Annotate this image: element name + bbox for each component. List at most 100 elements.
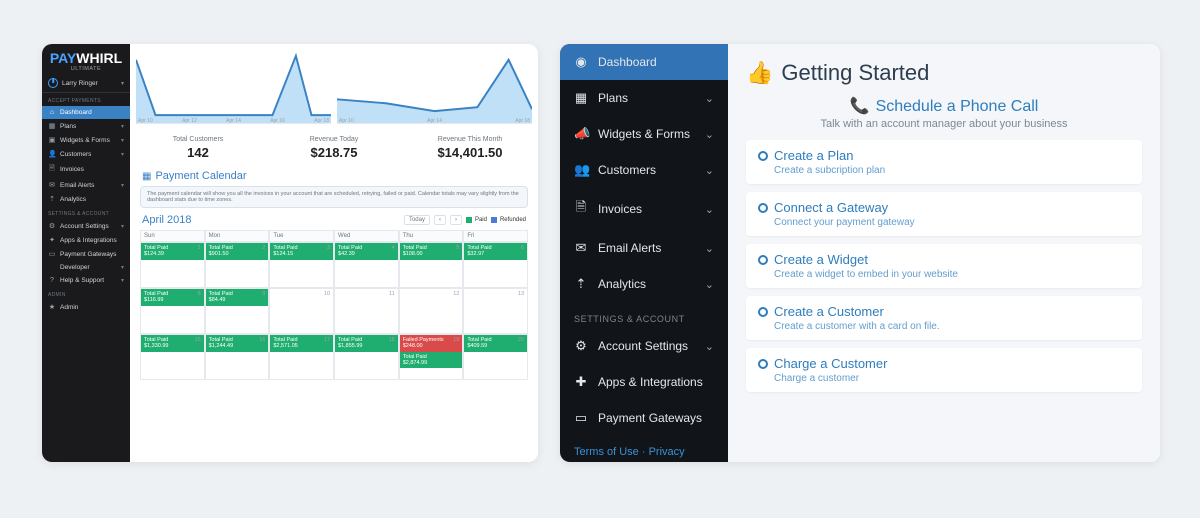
chart-customers: Apr 10Apr 12Apr 14Apr 16Apr 18 [136, 44, 331, 124]
calendar-cell[interactable]: 16Total Paid$1,244.49 [205, 334, 270, 380]
calendar-info: The payment calendar will show you all t… [140, 186, 528, 208]
today-button[interactable]: Today [404, 215, 430, 225]
calendar-cell[interactable]: 5Total Paid$108.00 [399, 242, 464, 288]
privacy-link[interactable]: Privacy [649, 446, 685, 458]
sidebar-item-email-alerts[interactable]: ✉Email Alerts▾ [42, 178, 130, 192]
sidebar-item-dashboard[interactable]: ◉Dashboard [560, 44, 728, 80]
sidebar-item-customers[interactable]: 👤Customers▾ [42, 147, 130, 161]
schedule-call-link[interactable]: 📞Schedule a Phone Call [746, 96, 1142, 116]
calendar-cell[interactable]: 19Failed Payments$248.00Total Paid$2,874… [399, 334, 464, 380]
calendar-cell[interactable]: 6Total Paid$32.97 [463, 242, 528, 288]
sidebar-item-help-support[interactable]: ?Help & Support▾ [42, 274, 130, 287]
circle-icon [758, 307, 768, 317]
sidebar-item-payment-gateways[interactable]: ▭Payment Gateways [42, 247, 130, 261]
card-icon: ▭ [48, 250, 56, 258]
sidebar-item-apps-integrations[interactable]: ✚Apps & Integrations [560, 364, 728, 400]
circle-icon [758, 255, 768, 265]
gear-icon: ⚙ [48, 222, 56, 230]
chevron-down-icon: ▾ [121, 80, 124, 87]
sidebar-item-developer[interactable]: Developer▾ [42, 261, 130, 274]
invoices-icon: 🗎 [48, 164, 56, 175]
day-header: Mon [205, 230, 270, 242]
getting-started-title: 👍 Getting Started [746, 60, 1142, 86]
step-card-create-a-plan[interactable]: Create a PlanCreate a subcription plan [746, 140, 1142, 184]
admin-icon: ★ [48, 303, 56, 311]
calendar-event[interactable]: Total Paid$84.49 [206, 289, 269, 306]
step-card-connect-a-gateway[interactable]: Connect a GatewayConnect your payment ga… [746, 192, 1142, 236]
sidebar-item-widgets-forms[interactable]: 📣Widgets & Forms⌄ [560, 116, 728, 152]
sidebar-item-dashboard[interactable]: ⌂Dashboard [42, 106, 130, 119]
calendar-icon: ▦ [48, 122, 56, 130]
calendar-cell[interactable]: 13 [463, 288, 528, 334]
calendar-cell[interactable]: 2Total Paid$901.50 [205, 242, 270, 288]
megaphone-icon: 📣 [574, 126, 588, 142]
terms-link[interactable]: Terms of Use [574, 446, 639, 458]
chevron-down-icon: ▾ [121, 182, 124, 189]
calendar-cell[interactable]: 11 [334, 288, 399, 334]
calendar-icon: ▦ [142, 171, 151, 182]
circle-icon [758, 203, 768, 213]
calendar-cell[interactable]: 20Total Paid$409.59 [463, 334, 528, 380]
sidebar-item-invoices[interactable]: 🗎Invoices⌄ [560, 188, 728, 230]
calendar-event[interactable]: Total Paid$124.15 [270, 243, 333, 260]
step-card-create-a-widget[interactable]: Create a WidgetCreate a widget to embed … [746, 244, 1142, 288]
sidebar-item-plans[interactable]: ▦Plans▾ [42, 119, 130, 133]
circle-icon [758, 359, 768, 369]
analytics-icon: ⇡ [574, 276, 588, 292]
calendar-cell[interactable]: 12 [399, 288, 464, 334]
chevron-down-icon: ⌄ [705, 128, 714, 141]
brand-logo: PAYWHIRL ULTIMATE [42, 44, 130, 74]
sidebar-item-analytics[interactable]: ⇡Analytics⌄ [560, 266, 728, 302]
chevron-down-icon: ▾ [121, 137, 124, 144]
next-button[interactable]: › [450, 215, 462, 225]
calendar-cell[interactable]: 8Total Paid$116.99 [140, 288, 205, 334]
calendar-cell[interactable]: 17Total Paid$2,571.05 [269, 334, 334, 380]
calendar-event[interactable]: Total Paid$32.97 [464, 243, 527, 260]
gear-icon: ⚙ [574, 338, 588, 354]
sidebar-item-admin[interactable]: ★Admin [42, 300, 130, 314]
calendar-event[interactable]: Total Paid$42.39 [335, 243, 398, 260]
calendar-cell[interactable]: 1Total Paid$124.39 [140, 242, 205, 288]
step-card-create-a-customer[interactable]: Create a CustomerCreate a customer with … [746, 296, 1142, 340]
sidebar-item-analytics[interactable]: ⇡Analytics [42, 192, 130, 206]
kpi-revenue-this-month: Revenue This Month$14,401.50 [402, 136, 538, 160]
step-card-charge-a-customer[interactable]: Charge a CustomerCharge a customer [746, 348, 1142, 392]
home-icon: ⌂ [48, 109, 56, 116]
help-icon: ? [48, 277, 56, 284]
circle-icon [758, 151, 768, 161]
calendar-cell[interactable]: 15Total Paid$1,330.99 [140, 334, 205, 380]
customers-icon: 👥 [574, 162, 588, 178]
sidebar-item-email-alerts[interactable]: ✉Email Alerts⌄ [560, 230, 728, 266]
chevron-down-icon: ⌄ [705, 203, 714, 216]
calendar-event[interactable]: Total Paid$2,874.99 [400, 352, 463, 369]
user-menu[interactable]: Larry Ringer ▾ [42, 74, 130, 93]
calendar-cell[interactable]: 4Total Paid$42.39 [334, 242, 399, 288]
calendar-cell[interactable]: 9Total Paid$84.49 [205, 288, 270, 334]
sidebar-item-account-settings[interactable]: ⚙Account Settings▾ [42, 219, 130, 233]
thumbs-up-icon: 👍 [746, 60, 773, 86]
sidebar-item-widgets-forms[interactable]: ▣Widgets & Forms▾ [42, 133, 130, 147]
calendar-event[interactable]: Total Paid$124.39 [141, 243, 204, 260]
sidebar-item-plans[interactable]: ▦Plans⌄ [560, 80, 728, 116]
day-header: Fri [463, 230, 528, 242]
calendar-event[interactable]: Total Paid$116.99 [141, 289, 204, 306]
chevron-down-icon: ⌄ [705, 92, 714, 105]
widgets-icon: ▣ [48, 136, 56, 144]
sidebar-item-payment-gateways[interactable]: ▭Payment Gateways [560, 400, 728, 436]
dashboard-content: Apr 10Apr 12Apr 14Apr 16Apr 18 Apr 10Apr… [130, 44, 538, 462]
calendar-cell[interactable]: 10 [269, 288, 334, 334]
prev-button[interactable]: ‹ [434, 215, 446, 225]
power-icon [48, 78, 58, 88]
email-icon: ✉ [48, 181, 56, 189]
sidebar-item-invoices[interactable]: 🗎Invoices [42, 161, 130, 178]
calendar-cell[interactable]: 3Total Paid$124.15 [269, 242, 334, 288]
day-header: Wed [334, 230, 399, 242]
calendar-cell[interactable]: 18Total Paid$1,855.99 [334, 334, 399, 380]
sidebar-item-apps-integrations[interactable]: ✦Apps & Integrations [42, 233, 130, 247]
calendar-event[interactable]: Total Paid$901.50 [206, 243, 269, 260]
dashboard-screenshot-left: PAYWHIRL ULTIMATE Larry Ringer ▾ ACCEPT … [42, 44, 538, 462]
sidebar-item-customers[interactable]: 👥Customers⌄ [560, 152, 728, 188]
calendar-event[interactable]: Total Paid$108.00 [400, 243, 463, 260]
puzzle-icon: ✚ [574, 374, 588, 390]
sidebar-item-account-settings[interactable]: ⚙Account Settings⌄ [560, 328, 728, 364]
